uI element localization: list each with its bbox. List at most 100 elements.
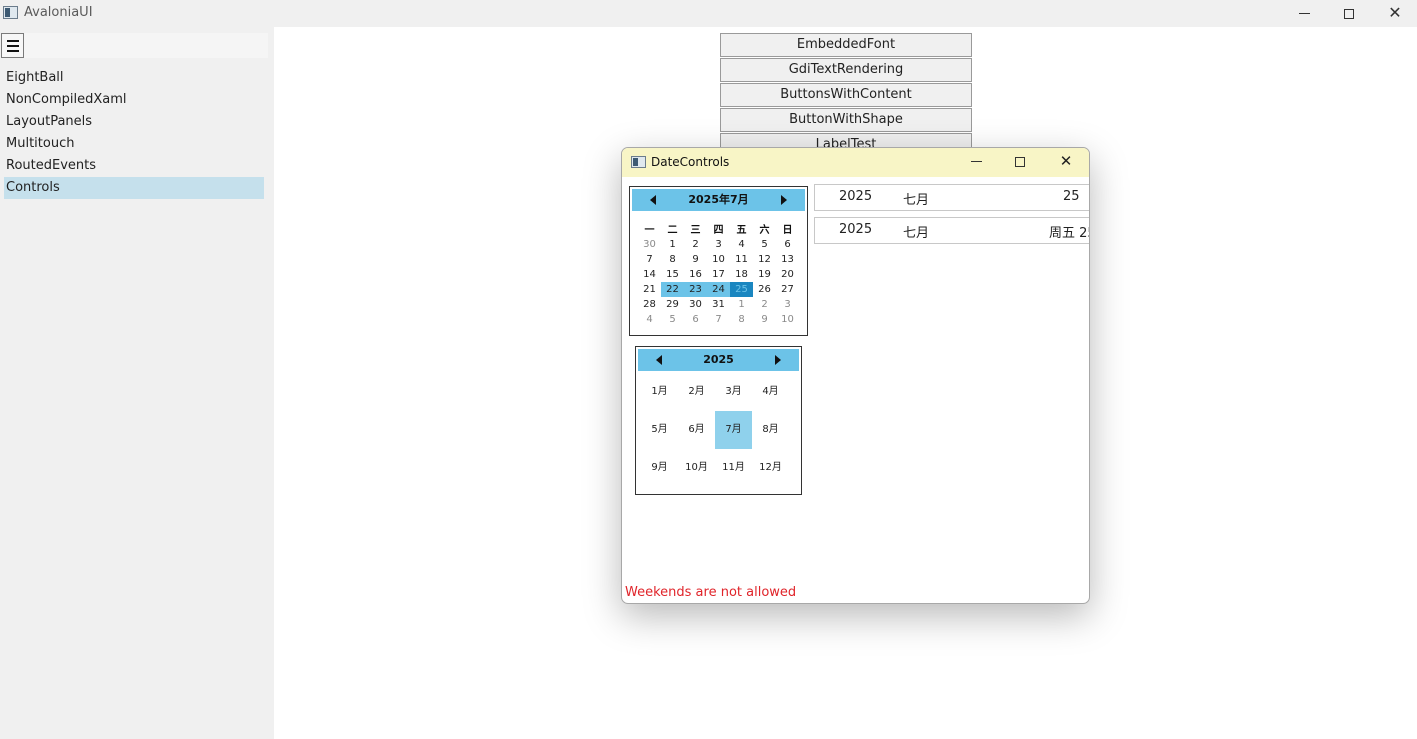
chevron-right-icon[interactable] xyxy=(775,355,781,365)
month-cell[interactable]: 3月 xyxy=(715,373,752,411)
day-cell[interactable]: 6 xyxy=(684,312,707,327)
month-cell[interactable]: 10月 xyxy=(678,449,715,487)
month-cell[interactable]: 4月 xyxy=(752,373,789,411)
day-cell[interactable]: 5 xyxy=(661,312,684,327)
day-cell[interactable]: 26 xyxy=(753,282,776,297)
date-picker-year[interactable]: 2025 xyxy=(839,222,872,237)
date-picker-day[interactable]: 周五 25 xyxy=(1049,222,1089,241)
month-cell[interactable]: 9月 xyxy=(641,449,678,487)
calendar-year-title[interactable]: 2025 xyxy=(668,349,769,371)
date-picker-2[interactable]: 2025 七月 周五 25 xyxy=(814,217,1089,244)
sidebar-item-eightball[interactable]: EightBall xyxy=(4,67,264,89)
day-grid: 30 1 2 3 4 5 6 7 8 9 10 11 12 13 14 15 16 17 18 19 20 21 22 23 2… xyxy=(638,237,800,327)
sidebar-item-layoutpanels[interactable]: LayoutPanels xyxy=(4,111,264,133)
day-cell[interactable]: 2 xyxy=(684,237,707,252)
date-picker-month[interactable]: 七月 xyxy=(903,222,929,241)
day-cell[interactable]: 5 xyxy=(753,237,776,252)
day-cell[interactable]: 22 xyxy=(661,282,684,297)
day-cell[interactable]: 30 xyxy=(684,297,707,312)
sidebar-item-multitouch[interactable]: Multitouch xyxy=(4,133,264,155)
chevron-left-icon[interactable] xyxy=(656,355,662,365)
close-icon: ✕ xyxy=(1388,3,1402,22)
gditextrendering-button[interactable]: GdiTextRendering xyxy=(720,58,972,82)
weekday-label: 三 xyxy=(690,225,701,236)
day-cell[interactable]: 17 xyxy=(707,267,730,282)
embeddedfont-button[interactable]: EmbeddedFont xyxy=(720,33,972,57)
month-cell[interactable]: 1月 xyxy=(641,373,678,411)
dialog-title: DateControls xyxy=(651,155,730,169)
date-picker-month[interactable]: 七月 xyxy=(903,189,929,208)
month-cell[interactable]: 7月 xyxy=(715,411,752,449)
chevron-right-icon[interactable] xyxy=(781,195,787,205)
minimize-icon xyxy=(1298,13,1310,14)
day-cell[interactable]: 14 xyxy=(638,267,661,282)
day-cell[interactable]: 3 xyxy=(776,297,799,312)
date-picker-1[interactable]: 2025 七月 25 xyxy=(814,184,1089,211)
dialog-close-button[interactable]: ✕ xyxy=(1044,148,1088,177)
day-cell[interactable]: 2 xyxy=(753,297,776,312)
day-cell[interactable]: 12 xyxy=(753,252,776,267)
buttonswithcontent-button[interactable]: ButtonsWithContent xyxy=(720,83,972,107)
calendar-year-view: 2025 1月 2月 3月 4月 5月 6月 7月 8月 9月 10月 11月 12月 xyxy=(635,346,802,495)
day-cell[interactable]: 8 xyxy=(661,252,684,267)
hamburger-button[interactable] xyxy=(1,33,24,58)
maximize-button[interactable] xyxy=(1326,0,1372,27)
day-cell[interactable]: 19 xyxy=(753,267,776,282)
day-cell[interactable]: 21 xyxy=(638,282,661,297)
day-cell[interactable]: 24 xyxy=(707,282,730,297)
window-title: AvaloniaUI xyxy=(24,5,93,20)
day-cell[interactable]: 29 xyxy=(661,297,684,312)
day-cell[interactable]: 11 xyxy=(730,252,753,267)
buttonwithshape-button[interactable]: ButtonWithShape xyxy=(720,108,972,132)
date-picker-year[interactable]: 2025 xyxy=(839,189,872,204)
calendar-month-title[interactable]: 2025年7月 xyxy=(662,189,775,211)
calendar-month-view: 2025年7月 一二三四五六日 30 1 2 3 4 5 6 7 8 9 10 11 12 13 14 15 1… xyxy=(629,186,808,336)
day-cell[interactable]: 7 xyxy=(707,312,730,327)
day-cell[interactable]: 20 xyxy=(776,267,799,282)
sidebar-item-controls[interactable]: Controls xyxy=(4,177,264,199)
month-cell[interactable]: 11月 xyxy=(715,449,752,487)
day-cell[interactable]: 28 xyxy=(638,297,661,312)
dialog-title-bar: DateControls ✕ xyxy=(622,148,1089,177)
dialog-minimize-button[interactable] xyxy=(954,148,998,177)
day-cell[interactable]: 8 xyxy=(730,312,753,327)
close-icon: ✕ xyxy=(1059,152,1073,170)
day-cell[interactable]: 7 xyxy=(638,252,661,267)
day-cell[interactable]: 30 xyxy=(638,237,661,252)
day-cell[interactable]: 4 xyxy=(730,237,753,252)
chevron-left-icon[interactable] xyxy=(650,195,656,205)
day-cell[interactable]: 16 xyxy=(684,267,707,282)
date-picker-day[interactable]: 25 xyxy=(1063,189,1080,204)
day-cell[interactable]: 4 xyxy=(638,312,661,327)
day-cell[interactable]: 6 xyxy=(776,237,799,252)
day-cell[interactable]: 15 xyxy=(661,267,684,282)
day-cell[interactable]: 9 xyxy=(753,312,776,327)
weekday-header-row: 一二三四五六日 xyxy=(638,221,800,236)
day-cell[interactable]: 10 xyxy=(707,252,730,267)
day-cell[interactable]: 1 xyxy=(661,237,684,252)
sidebar-item-routedevents[interactable]: RoutedEvents xyxy=(4,155,264,177)
app-icon xyxy=(3,6,18,19)
minimize-button[interactable] xyxy=(1281,0,1327,27)
day-cell[interactable]: 1 xyxy=(730,297,753,312)
day-cell[interactable]: 3 xyxy=(707,237,730,252)
error-message: Weekends are not allowed xyxy=(625,585,797,600)
day-cell[interactable]: 10 xyxy=(776,312,799,327)
minimize-icon xyxy=(970,161,982,162)
dialog-maximize-button[interactable] xyxy=(998,148,1042,177)
day-cell[interactable]: 18 xyxy=(730,267,753,282)
day-cell[interactable]: 9 xyxy=(684,252,707,267)
month-cell[interactable]: 12月 xyxy=(752,449,789,487)
month-cell[interactable]: 8月 xyxy=(752,411,789,449)
day-cell[interactable]: 31 xyxy=(707,297,730,312)
month-cell[interactable]: 2月 xyxy=(678,373,715,411)
month-cell[interactable]: 6月 xyxy=(678,411,715,449)
month-cell[interactable]: 5月 xyxy=(641,411,678,449)
close-button[interactable]: ✕ xyxy=(1372,0,1417,27)
day-cell[interactable]: 27 xyxy=(776,282,799,297)
weekday-label: 一 xyxy=(644,225,655,236)
day-cell[interactable]: 23 xyxy=(684,282,707,297)
day-cell[interactable]: 13 xyxy=(776,252,799,267)
sidebar-item-noncompiledxaml[interactable]: NonCompiledXaml xyxy=(4,89,264,111)
day-cell[interactable]: 25 xyxy=(730,282,753,297)
